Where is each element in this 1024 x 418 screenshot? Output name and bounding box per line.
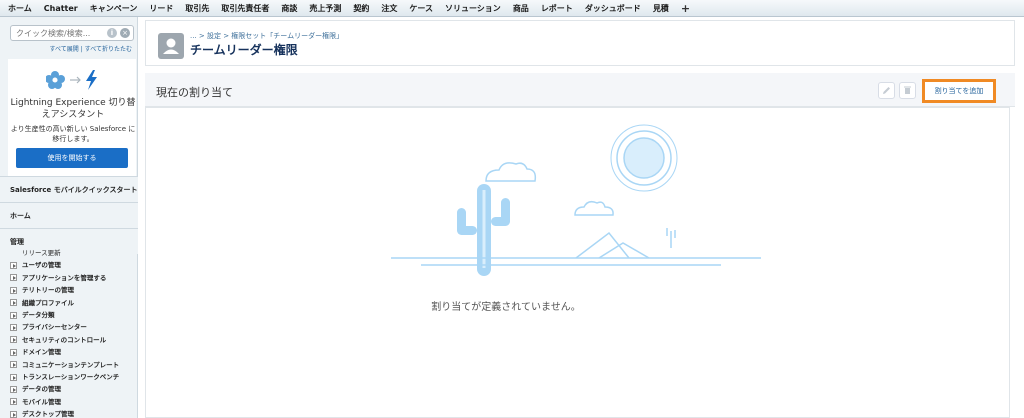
admin-tree: リリース更新 ユーザの管理 アプリケーションを管理する テリトリーの管理 組織プ… [0, 247, 138, 418]
clear-search-icon[interactable]: × [120, 28, 130, 38]
edit-button[interactable] [878, 82, 895, 99]
tab-campaigns[interactable]: キャンペーン [90, 3, 138, 14]
tree-item-label: セキュリティのコントロール [22, 335, 107, 344]
collapse-all-link[interactable]: すべて折りたたむ [85, 46, 132, 53]
tree-item-label: デスクトップ管理 [22, 410, 74, 418]
tree-item-privacy-center[interactable]: プライバシーセンター [0, 321, 138, 333]
tree-item-label: テリトリーの管理 [22, 286, 74, 295]
tree-item-label: 組織プロファイル [22, 298, 74, 307]
lightning-bolt-icon [86, 70, 97, 90]
expand-icon[interactable] [10, 274, 17, 282]
tab-accounts[interactable]: 取引先 [185, 3, 209, 14]
sidebar: i × すべて展開 | すべて折りたたむ Lightning Experienc… [0, 17, 138, 418]
tab-products[interactable]: 商品 [513, 3, 529, 14]
tree-item-manage-apps[interactable]: アプリケーションを管理する [0, 272, 138, 284]
tree-item-territories[interactable]: テリトリーの管理 [0, 284, 138, 296]
tab-dashboards[interactable]: ダッシュボード [585, 3, 641, 14]
tree-item-release-updates[interactable]: リリース更新 [0, 247, 138, 259]
expand-icon[interactable] [10, 262, 17, 270]
tab-contracts[interactable]: 契約 [353, 3, 369, 14]
tree-item-label: プライバシーセンター [22, 323, 87, 332]
expand-all-link[interactable]: すべて展開 [49, 46, 78, 53]
lightning-migration-icons [45, 69, 106, 91]
expand-icon[interactable] [10, 373, 17, 381]
cloud-icon-small [574, 200, 614, 216]
tree-item-data-classification[interactable]: データ分類 [0, 309, 138, 321]
all-tabs-button[interactable]: + [681, 2, 690, 15]
tree-item-communication-templates[interactable]: コミュニケーションテンプレート [0, 359, 138, 371]
tab-forecasts[interactable]: 売上予測 [309, 3, 341, 14]
tree-item-manage-users[interactable]: ユーザの管理 [0, 259, 138, 271]
pencil-icon [883, 87, 890, 94]
tree-item-label: アプリケーションを管理する [22, 273, 107, 282]
tab-quotes[interactable]: 見積 [653, 3, 669, 14]
tree-item-label: コミュニケーションテンプレート [22, 360, 120, 369]
quick-find-input[interactable] [11, 26, 103, 40]
tree-item-desktop-admin[interactable]: デスクトップ管理 [0, 408, 138, 418]
tab-orders[interactable]: 注文 [381, 3, 397, 14]
tree-item-data-management[interactable]: データの管理 [0, 383, 138, 395]
sidebar-mobile-quickstart[interactable]: Salesforce モバイルクイックスタート [0, 176, 138, 202]
tree-item-label: トランスレーションワークベンチ [22, 372, 120, 381]
tab-opportunities[interactable]: 商談 [281, 3, 297, 14]
empty-desert-illustration [391, 124, 761, 276]
tab-cases[interactable]: ケース [409, 3, 433, 14]
tree-item-label: ユーザの管理 [22, 261, 61, 270]
empty-state-message: 割り当てが定義されていません。 [431, 302, 581, 313]
quick-find-box: i × [10, 25, 134, 41]
tree-item-mobile-admin[interactable]: モバイル管理 [0, 396, 138, 408]
tree-item-label: データの管理 [22, 385, 61, 394]
expand-icon[interactable] [10, 410, 17, 418]
classic-flower-icon [45, 71, 65, 89]
delete-button[interactable] [899, 82, 916, 99]
expand-icon[interactable] [10, 324, 17, 332]
tab-contacts[interactable]: 取引先責任者 [221, 3, 269, 14]
info-icon[interactable]: i [107, 28, 117, 38]
tree-item-label: データ分類 [22, 310, 55, 319]
lightning-assistant-subtitle: より生産性の高い新しい Salesforce に移行します。 [10, 125, 136, 143]
expand-icon[interactable] [10, 398, 17, 406]
tree-item-label: リリース更新 [22, 249, 61, 257]
arrow-right-icon [70, 76, 81, 84]
tree-item-label: ドメイン管理 [22, 348, 61, 357]
section-title: 現在の割り当て [156, 86, 233, 99]
expand-icon[interactable] [10, 311, 17, 319]
tab-solutions[interactable]: ソリューション [445, 3, 501, 14]
cloud-icon [485, 162, 537, 182]
tab-leads[interactable]: リード [149, 3, 173, 14]
lightning-assistant-panel: Lightning Experience 切り替えアシスタント より生産性の高い… [8, 59, 136, 181]
tab-home[interactable]: ホーム [8, 3, 32, 14]
tree-item-translation-workbench[interactable]: トランスレーションワークベンチ [0, 371, 138, 383]
tab-reports[interactable]: レポート [541, 3, 573, 14]
expand-icon[interactable] [10, 348, 17, 356]
tree-item-company-profile[interactable]: 組織プロファイル [0, 297, 138, 309]
main-content: ... > 設定 > 権限セット「チームリーダー権限」 チームリーダー権限 現在… [145, 20, 1015, 418]
tree-item-domain-management[interactable]: ドメイン管理 [0, 346, 138, 358]
add-assignment-button[interactable]: 割り当てを追加 [922, 79, 996, 103]
page-title: チームリーダー権限 [190, 43, 298, 57]
tree-item-security-controls[interactable]: セキュリティのコントロール [0, 334, 138, 346]
expand-icon[interactable] [10, 286, 17, 294]
user-avatar-icon [158, 33, 184, 59]
expand-collapse-links: すべて展開 | すべて折りたたむ [10, 44, 132, 53]
sun-icon [623, 137, 665, 179]
sidebar-home[interactable]: ホーム [0, 202, 138, 228]
breadcrumb[interactable]: ... > 設定 > 権限セット「チームリーダー権限」 [190, 31, 343, 41]
assignments-header: 現在の割り当て 割り当てを追加 [145, 73, 1015, 107]
expand-icon[interactable] [10, 385, 17, 393]
get-started-button[interactable]: 使用を開始する [16, 148, 128, 168]
assignments-list: 割り当てが定義されていません。 [145, 107, 1010, 418]
tree-item-label: モバイル管理 [22, 397, 61, 406]
top-navigation: ホーム Chatter キャンペーン リード 取引先 取引先責任者 商談 売上予… [0, 0, 1024, 17]
page-header: ... > 設定 > 権限セット「チームリーダー権限」 チームリーダー権限 [145, 20, 1015, 66]
expand-icon[interactable] [10, 299, 17, 307]
expand-icon[interactable] [10, 336, 17, 344]
trash-icon [904, 86, 911, 94]
lightning-assistant-title: Lightning Experience 切り替えアシスタント [10, 98, 136, 120]
tab-chatter[interactable]: Chatter [44, 4, 78, 13]
expand-icon[interactable] [10, 361, 17, 369]
